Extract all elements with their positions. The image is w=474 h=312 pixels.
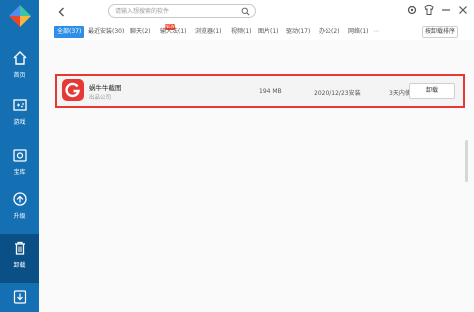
- sort-button[interactable]: 按卸载排序: [422, 26, 458, 38]
- uninstall-button[interactable]: 卸载: [409, 83, 455, 99]
- sidebar-item-label: 游戏: [13, 119, 26, 126]
- sidebar: 首页 游戏 宝库 升级 卸载: [0, 0, 39, 312]
- top-bar: [39, 0, 474, 24]
- tab-driver[interactable]: 驱动(17): [286, 26, 310, 38]
- tab-video[interactable]: 视频(1): [231, 26, 252, 38]
- sidebar-item-label: 首页: [13, 72, 26, 79]
- search-icon[interactable]: [241, 7, 250, 16]
- tab-all[interactable]: 全部(37): [54, 26, 85, 38]
- close-icon[interactable]: [457, 4, 469, 16]
- sidebar-item-treasure[interactable]: 宝库: [0, 141, 39, 185]
- app-icon: [62, 79, 84, 101]
- sidebar-item-home[interactable]: 首页: [0, 44, 39, 88]
- app-install-date: 2020/12/23安装: [314, 90, 361, 97]
- app-logo-icon[interactable]: [8, 4, 32, 28]
- search-box: [108, 4, 256, 18]
- snail-logo-icon: [65, 82, 80, 98]
- upgrade-icon: [12, 192, 27, 206]
- gamepad-icon: [12, 99, 27, 111]
- sidebar-item-label: 宝库: [13, 169, 26, 176]
- minimize-icon[interactable]: [440, 4, 452, 16]
- sidebar-item-games[interactable]: 游戏: [0, 91, 39, 135]
- sidebar-item-label: 卸载: [13, 262, 26, 269]
- tab-network[interactable]: 网络(1): [348, 26, 369, 38]
- back-icon[interactable]: [56, 6, 68, 18]
- download-icon: [13, 290, 26, 304]
- app-name: 蜗牛牛截图: [89, 84, 122, 92]
- sidebar-item-label: 升级: [13, 213, 26, 220]
- tab-image[interactable]: 图片(1): [258, 26, 279, 38]
- search-input[interactable]: [115, 6, 235, 17]
- app-row[interactable]: 蜗牛牛截图 出品公司 194 MB 2020/12/23安装 3天内使用过 卸载: [55, 74, 465, 108]
- sidebar-item-download[interactable]: [0, 285, 39, 312]
- trash-icon: [14, 241, 25, 255]
- more-tabs-icon[interactable]: ⋯: [373, 26, 379, 38]
- tab-office[interactable]: 办公(2): [319, 26, 340, 38]
- app-publisher: 出品公司: [89, 95, 112, 101]
- home-icon: [13, 51, 26, 65]
- app-size: 194 MB: [259, 88, 282, 95]
- tab-browser[interactable]: 浏览器(1): [195, 26, 222, 38]
- settings-icon[interactable]: [406, 4, 418, 16]
- category-tabs: 全部(37) 最近安装(30) NEW 聊天(2) 输入法(1) 浏览器(1) …: [39, 24, 474, 40]
- skin-icon[interactable]: [423, 4, 435, 16]
- tab-recent[interactable]: 最近安装(30): [88, 26, 124, 38]
- tab-input-method[interactable]: 输入法(1): [160, 26, 187, 38]
- tab-chat[interactable]: 聊天(2): [130, 26, 151, 38]
- scrollbar[interactable]: [465, 140, 468, 182]
- sidebar-item-upgrade[interactable]: 升级: [0, 185, 39, 229]
- treasure-icon: [12, 149, 27, 162]
- sidebar-item-uninstall[interactable]: 卸载: [0, 234, 39, 283]
